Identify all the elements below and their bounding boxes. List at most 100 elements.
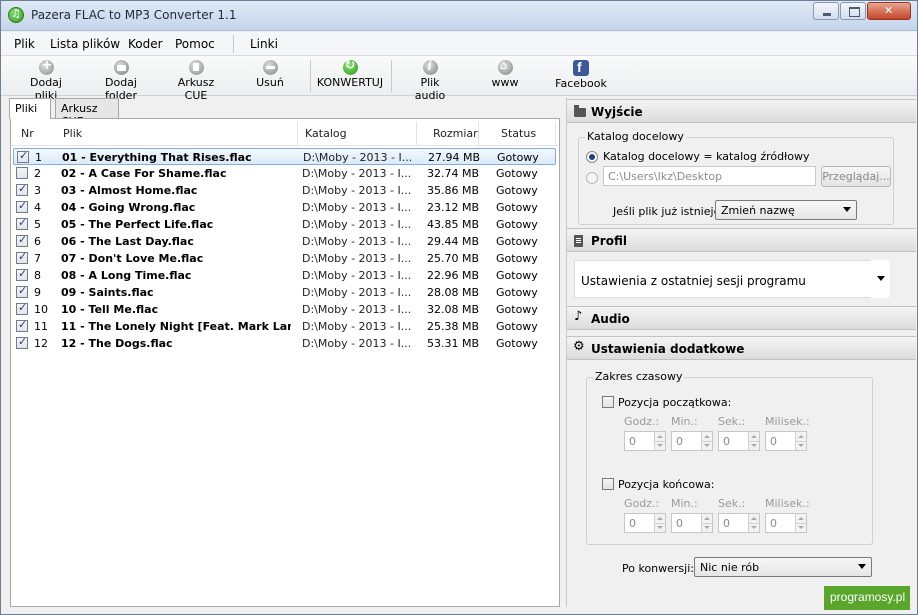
- radio-same-as-source[interactable]: [586, 151, 598, 163]
- stepper-down-button[interactable]: [701, 441, 712, 450]
- stepper-down-button[interactable]: [748, 441, 759, 450]
- stepper-down-button[interactable]: [748, 523, 759, 532]
- column-divider[interactable]: [416, 122, 417, 146]
- stepper-up-button[interactable]: [654, 432, 665, 441]
- start-position-checkbox[interactable]: [602, 396, 614, 408]
- after-conversion-select[interactable]: Nic nie rób: [694, 557, 872, 577]
- section-advanced-header[interactable]: ⚙ Ustawienia dodatkowe: [567, 336, 916, 360]
- menu-file[interactable]: Plik: [14, 37, 35, 51]
- start-position-label[interactable]: Pozycja początkowa:: [618, 396, 731, 409]
- stepper-down-button[interactable]: [795, 441, 806, 450]
- chevron-down-icon: [843, 207, 851, 212]
- profile-dropdown-button[interactable]: [870, 260, 890, 298]
- start-hours-stepper[interactable]: 0: [624, 431, 666, 451]
- table-row[interactable]: 8 08 - A Long Time.flac D:\Moby - 2013 - I…: [13, 267, 556, 284]
- section-output-header[interactable]: Wyjście: [567, 99, 916, 123]
- stepper-up-button[interactable]: [795, 514, 806, 523]
- table-row[interactable]: 10 10 - Tell Me.flac D:\Moby - 2013 - I...…: [13, 301, 556, 318]
- stepper-down-button[interactable]: [795, 523, 806, 532]
- remove-button[interactable]: Usuń: [254, 58, 286, 94]
- maximize-button[interactable]: [840, 2, 866, 20]
- facebook-button[interactable]: Facebook: [554, 58, 608, 94]
- stepper-down-button[interactable]: [701, 523, 712, 532]
- menu-file-list[interactable]: Lista plików: [50, 37, 120, 51]
- menu-links[interactable]: Linki: [250, 37, 278, 51]
- column-header-status[interactable]: Status: [501, 127, 536, 140]
- section-audio-header[interactable]: ♪ Audio: [567, 306, 916, 330]
- cue-sheet-label: Arkusz CUE: [177, 76, 215, 102]
- table-row[interactable]: 2 02 - A Case For Shame.flac D:\Moby - 201…: [13, 165, 556, 182]
- stepper-up-button[interactable]: [654, 514, 665, 523]
- stepper-down-button[interactable]: [654, 441, 665, 450]
- www-button[interactable]: www: [490, 58, 520, 94]
- section-profile-header[interactable]: Profil: [567, 228, 916, 252]
- end-millis-stepper[interactable]: 0: [765, 513, 807, 533]
- menu-help[interactable]: Pomoc: [175, 37, 215, 51]
- add-files-button[interactable]: Dodaj pliki: [19, 58, 73, 102]
- row-checkbox[interactable]: [16, 303, 28, 315]
- column-header-file[interactable]: Plik: [63, 127, 82, 140]
- column-header-size[interactable]: Rozmiar: [433, 127, 478, 140]
- cue-sheet-button[interactable]: Arkusz CUE: [166, 58, 226, 102]
- column-divider[interactable]: [297, 122, 298, 146]
- audio-file-button[interactable]: Plik audio: [404, 58, 456, 102]
- stepper-up-button[interactable]: [795, 432, 806, 441]
- if-exists-select[interactable]: Zmień nazwę: [715, 200, 857, 220]
- row-checkbox[interactable]: [16, 269, 28, 281]
- table-row[interactable]: 11 11 - The Lonely Night [Feat. Mark Lane…: [13, 318, 556, 335]
- end-hours-stepper[interactable]: 0: [624, 513, 666, 533]
- convert-button[interactable]: KONWERTUJ: [316, 58, 384, 94]
- row-checkbox[interactable]: [16, 252, 28, 264]
- row-checkbox[interactable]: [16, 201, 28, 213]
- row-checkbox[interactable]: [16, 235, 28, 247]
- stepper-up-button[interactable]: [701, 432, 712, 441]
- row-checkbox[interactable]: [16, 167, 28, 179]
- after-conversion-value: Nic nie rób: [700, 561, 760, 574]
- row-status: Gotowy: [497, 151, 539, 164]
- add-folder-button[interactable]: Dodaj folder: [89, 58, 153, 102]
- table-row[interactable]: 1 01 - Everything That Rises.flac D:\Moby …: [13, 148, 556, 165]
- column-header-nr[interactable]: Nr: [21, 127, 34, 140]
- table-row[interactable]: 3 03 - Almost Home.flac D:\Moby - 2013 - I…: [13, 182, 556, 199]
- menu-encoder[interactable]: Koder: [128, 37, 163, 51]
- close-button[interactable]: [867, 2, 911, 20]
- browse-button[interactable]: Przeglądaj...: [821, 166, 891, 187]
- stepper-up-button[interactable]: [748, 432, 759, 441]
- row-folder: D:\Moby - 2013 - I...: [302, 252, 412, 265]
- end-position-checkbox[interactable]: [602, 478, 614, 490]
- table-row[interactable]: 5 05 - The Perfect Life.flac D:\Moby - 201…: [13, 216, 556, 233]
- title-bar[interactable]: Pazera FLAC to MP3 Converter 1.1: [1, 1, 917, 31]
- table-row[interactable]: 7 07 - Don't Love Me.flac D:\Moby - 2013 -…: [13, 250, 556, 267]
- end-seconds-stepper[interactable]: 0: [718, 513, 760, 533]
- file-list[interactable]: Nr Plik Katalog Rozmiar Status 1 01 - Eve…: [10, 118, 560, 607]
- row-checkbox[interactable]: [16, 184, 28, 196]
- end-minutes-stepper[interactable]: 0: [671, 513, 713, 533]
- column-divider[interactable]: [555, 122, 556, 146]
- minimize-button[interactable]: [813, 2, 839, 20]
- tab-cue-sheet[interactable]: Arkusz CUE: [55, 98, 119, 128]
- start-minutes-stepper[interactable]: 0: [671, 431, 713, 451]
- row-checkbox[interactable]: [16, 320, 28, 332]
- row-checkbox[interactable]: [17, 151, 29, 163]
- radio-custom-folder[interactable]: [586, 172, 598, 184]
- row-checkbox[interactable]: [16, 286, 28, 298]
- start-seconds-stepper[interactable]: 0: [718, 431, 760, 451]
- stepper-up-button[interactable]: [748, 514, 759, 523]
- profile-select[interactable]: Ustawienia z ostatniej sesji programu: [574, 260, 890, 298]
- column-header-folder[interactable]: Katalog: [305, 127, 347, 140]
- row-checkbox[interactable]: [16, 218, 28, 230]
- output-path-field[interactable]: C:\Users\Ikz\Desktop: [603, 166, 816, 186]
- home-icon: [497, 58, 513, 75]
- end-position-label[interactable]: Pozycja końcowa:: [618, 478, 715, 491]
- table-row[interactable]: 9 09 - Saints.flac D:\Moby - 2013 - I... 28…: [13, 284, 556, 301]
- start-millis-stepper[interactable]: 0: [765, 431, 807, 451]
- tab-files[interactable]: Pliki: [9, 98, 51, 119]
- radio-same-as-source-label[interactable]: Katalog docelowy = katalog źródłowy: [603, 150, 809, 163]
- stepper-up-button[interactable]: [701, 514, 712, 523]
- row-checkbox[interactable]: [16, 337, 28, 349]
- column-divider[interactable]: [478, 122, 479, 146]
- table-row[interactable]: 12 12 - The Dogs.flac D:\Moby - 2013 - I..…: [13, 335, 556, 352]
- table-row[interactable]: 4 04 - Going Wrong.flac D:\Moby - 2013 - I…: [13, 199, 556, 216]
- table-row[interactable]: 6 06 - The Last Day.flac D:\Moby - 2013 - …: [13, 233, 556, 250]
- stepper-down-button[interactable]: [654, 523, 665, 532]
